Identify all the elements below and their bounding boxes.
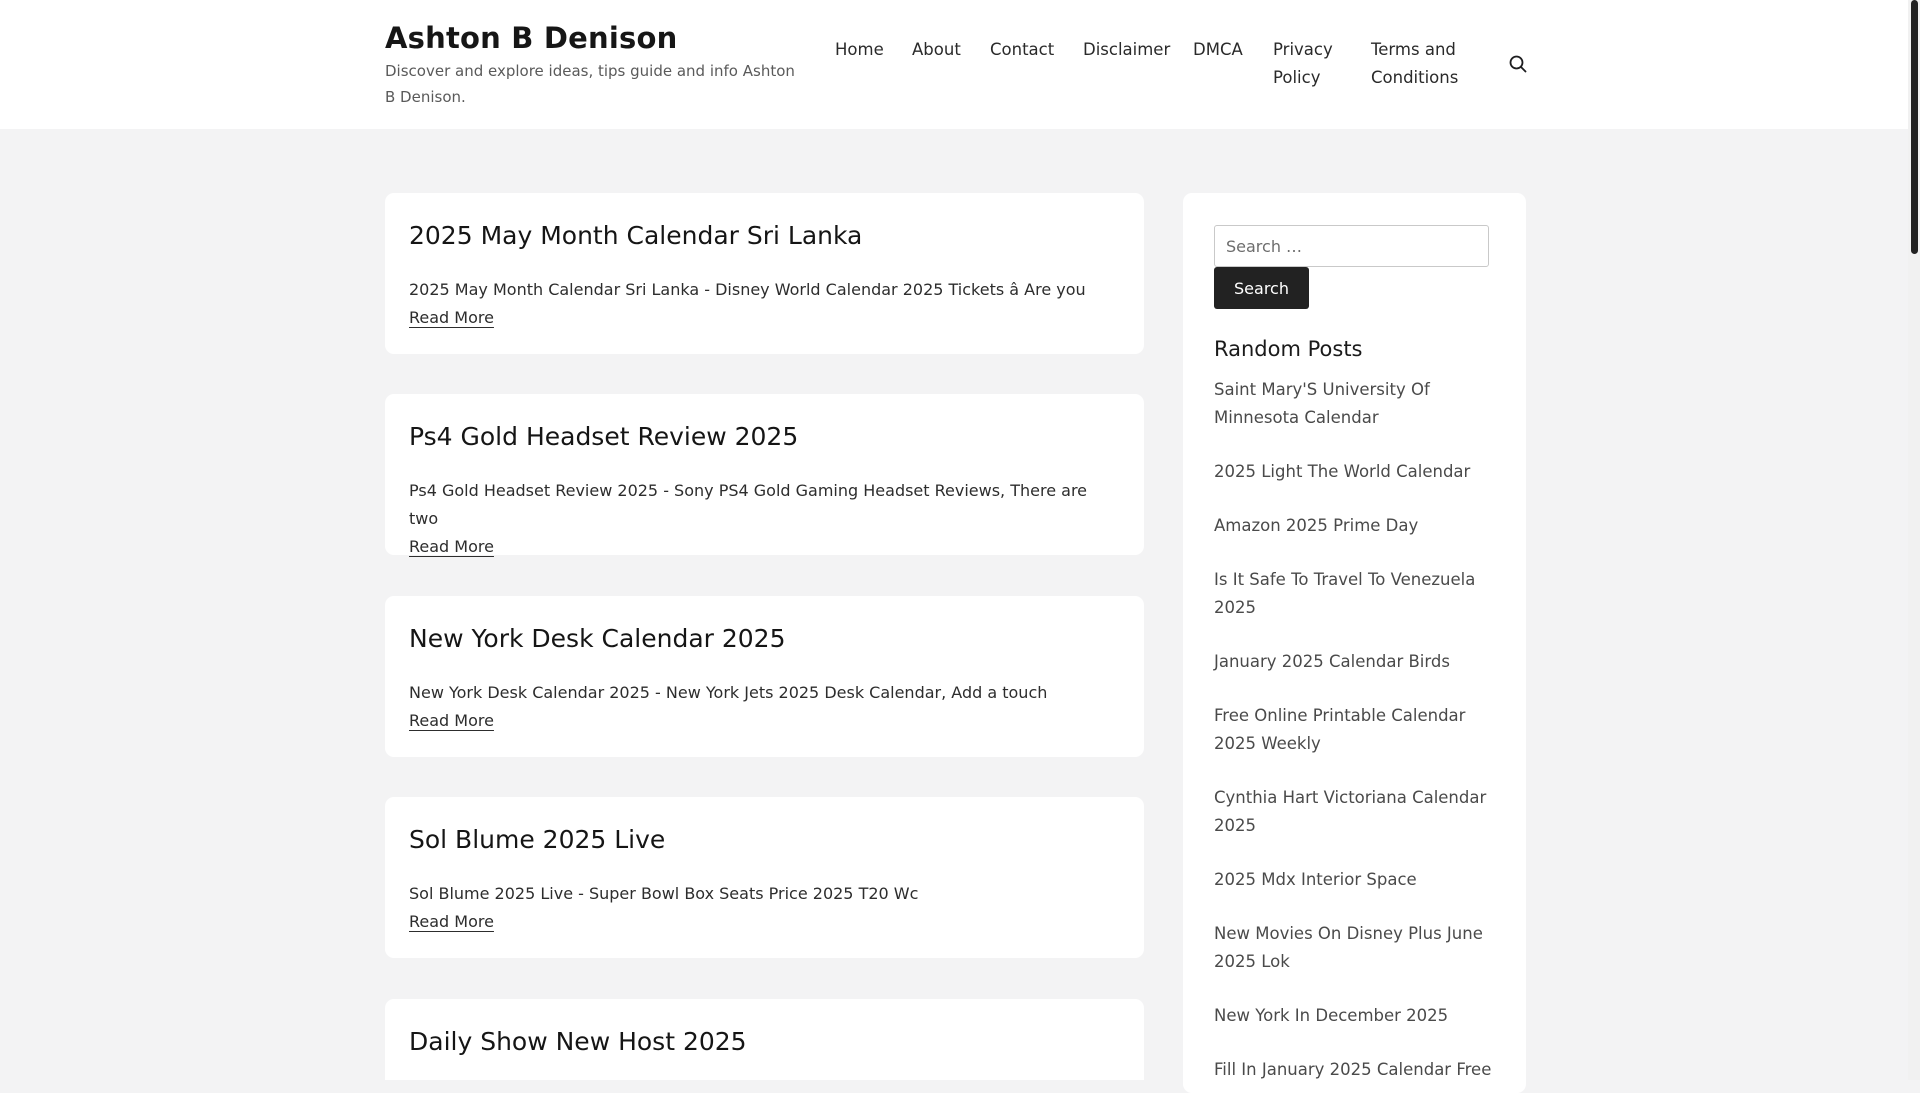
post-card: New York Desk Calendar 2025 New York Des…	[385, 596, 1144, 757]
nav-item-dmca[interactable]: DMCA	[1193, 36, 1243, 64]
site-header: Ashton B Denison Discover and explore id…	[0, 0, 1908, 129]
post-title[interactable]: Ps4 Gold Headset Review 2025	[409, 419, 1120, 455]
random-post-link[interactable]: 2025 Light The World Calendar	[1214, 458, 1504, 486]
random-post-link[interactable]: Amazon 2025 Prime Day	[1214, 512, 1504, 540]
nav-item-disclaimer[interactable]: Disclaimer	[1083, 36, 1170, 64]
read-more-link[interactable]: Read More	[409, 304, 494, 332]
scrollbar-thumb[interactable]	[1911, 0, 1918, 254]
search-input[interactable]	[1214, 225, 1489, 267]
random-post-link[interactable]: New Movies On Disney Plus June 2025 Lok	[1214, 920, 1504, 976]
post-excerpt: Sol Blume 2025 Live - Super Bowl Box Sea…	[409, 884, 919, 903]
random-post-link[interactable]: Is It Safe To Travel To Venezuela 2025	[1214, 566, 1504, 622]
post-card: Ps4 Gold Headset Review 2025 Ps4 Gold He…	[385, 394, 1144, 556]
random-post-link[interactable]: Cynthia Hart Victoriana Calendar 2025	[1214, 784, 1504, 840]
post-card: Daily Show New Host 2025	[385, 999, 1144, 1080]
nav-item-about[interactable]: About	[912, 36, 961, 64]
post-title[interactable]: Daily Show New Host 2025	[409, 1024, 1120, 1060]
nav-item-contact[interactable]: Contact	[990, 36, 1054, 64]
random-post-link[interactable]: 2025 Mdx Interior Space	[1214, 866, 1504, 894]
post-excerpt: 2025 May Month Calendar Sri Lanka - Disn…	[409, 280, 1086, 299]
random-post-link[interactable]: Free Online Printable Calendar 2025 Week…	[1214, 702, 1504, 758]
post-title[interactable]: New York Desk Calendar 2025	[409, 621, 1120, 657]
site-description: Discover and explore ideas, tips guide a…	[385, 62, 795, 106]
post-title[interactable]: Sol Blume 2025 Live	[409, 822, 1120, 858]
search-form: Search	[1214, 225, 1495, 309]
page-scrollbar[interactable]	[1908, 0, 1920, 1080]
post-excerpt: New York Desk Calendar 2025 - New York J…	[409, 683, 1048, 702]
random-post-link[interactable]: New York In December 2025	[1214, 1002, 1504, 1030]
post-excerpt: Ps4 Gold Headset Review 2025 - Sony PS4 …	[409, 481, 1088, 528]
post-card: Sol Blume 2025 Live Sol Blume 2025 Live …	[385, 797, 1144, 958]
sidebar: Search Random Posts Saint Mary'S Univers…	[1183, 193, 1526, 1093]
brand: Ashton B Denison Discover and explore id…	[385, 18, 805, 110]
search-button[interactable]: Search	[1214, 267, 1309, 309]
search-icon[interactable]	[1508, 54, 1528, 74]
random-posts-list: Saint Mary'S University Of Minnesota Cal…	[1214, 376, 1495, 1084]
random-posts-title: Random Posts	[1214, 337, 1363, 361]
post-title[interactable]: 2025 May Month Calendar Sri Lanka	[409, 218, 1120, 254]
read-more-link[interactable]: Read More	[409, 533, 494, 561]
post-card: 2025 May Month Calendar Sri Lanka 2025 M…	[385, 193, 1144, 354]
random-post-link[interactable]: Saint Mary'S University Of Minnesota Cal…	[1214, 376, 1504, 432]
read-more-link[interactable]: Read More	[409, 908, 494, 936]
site-title[interactable]: Ashton B Denison	[385, 18, 805, 58]
random-post-link[interactable]: January 2025 Calendar Birds	[1214, 648, 1504, 676]
nav-item-privacy-policy[interactable]: Privacy Policy	[1273, 36, 1343, 92]
nav-item-terms-and-conditions[interactable]: Terms and Conditions	[1371, 36, 1471, 92]
nav-item-home[interactable]: Home	[835, 36, 884, 64]
read-more-link[interactable]: Read More	[409, 707, 494, 735]
